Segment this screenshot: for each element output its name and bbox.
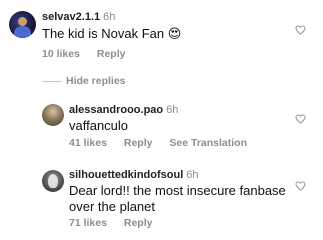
hide-replies-button[interactable]: Hide replies <box>66 75 126 87</box>
comment-time: 6h <box>186 169 199 181</box>
avatar[interactable] <box>42 104 64 126</box>
heart-outline-icon[interactable] <box>295 181 306 191</box>
comment-time: 6h <box>166 104 179 116</box>
likes-count[interactable]: 41 likes <box>69 137 107 149</box>
reply-button[interactable]: Reply <box>124 137 153 149</box>
likes-count[interactable]: 10 likes <box>42 48 80 60</box>
comment-text-line: over the planet <box>69 199 156 214</box>
see-translation-button[interactable]: See Translation <box>169 137 247 149</box>
heart-outline-icon[interactable] <box>295 25 306 35</box>
comment-actions: 41 likes Reply See Translation <box>69 137 261 149</box>
comment-username[interactable]: silhouettedkindofsoul 6h <box>69 169 199 181</box>
comment-text-line: Dear lord!! the most insecure fanbase <box>69 183 286 198</box>
reply-button[interactable]: Reply <box>124 217 153 229</box>
comment-text: vaffanculo <box>69 118 129 133</box>
reply-button[interactable]: Reply <box>97 48 126 60</box>
comment-text: Dear lord!! the most insecure fanbase ov… <box>69 183 299 215</box>
comment-actions: 10 likes Reply <box>42 48 139 60</box>
comment-actions: 71 likes Reply <box>69 217 166 229</box>
comment-username[interactable]: alessandrooo.pao 6h <box>69 104 178 116</box>
comment-text: The kid is Novak Fan 😍 <box>42 26 182 41</box>
avatar[interactable] <box>42 170 64 192</box>
divider <box>42 81 62 82</box>
likes-count[interactable]: 71 likes <box>69 217 107 229</box>
heart-outline-icon[interactable] <box>295 114 306 124</box>
comment-username[interactable]: selvav2.1.1 6h <box>42 11 115 23</box>
avatar[interactable] <box>9 11 36 38</box>
comment-time: 6h <box>103 11 116 23</box>
